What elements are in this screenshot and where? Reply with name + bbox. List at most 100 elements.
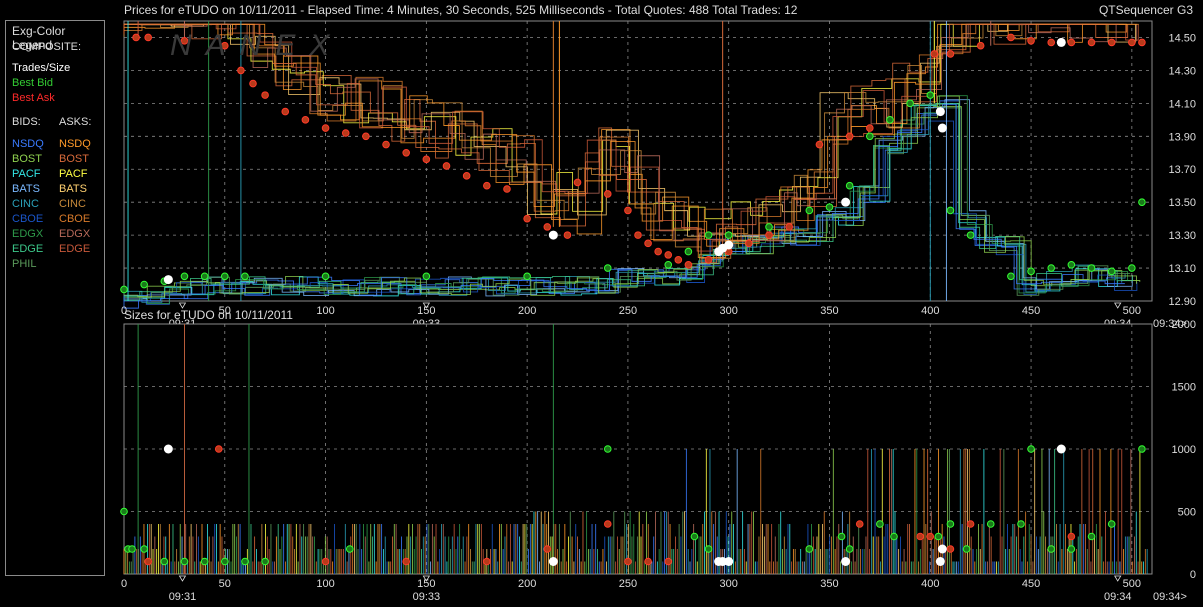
best-bid-point — [200, 272, 209, 281]
best-ask-point — [674, 256, 683, 264]
best-bid-point — [805, 206, 814, 215]
bid-size-point — [1087, 532, 1096, 541]
x-tick-label: 350 — [820, 305, 838, 317]
bid-size-point — [837, 532, 846, 541]
best-bid-point — [845, 181, 854, 190]
ask-size-point — [543, 545, 552, 553]
best-bid-point — [664, 260, 673, 269]
best-ask-point — [654, 247, 662, 256]
trade-point — [548, 230, 558, 240]
y-tick-label: 13.10 — [1168, 263, 1196, 275]
x-tick-label: 150 — [417, 305, 435, 317]
bid-size-point — [120, 507, 128, 516]
best-bid-point — [946, 206, 955, 215]
bid-size-point — [890, 532, 898, 541]
ask-size-point — [855, 520, 864, 528]
best-bid-point — [603, 264, 612, 272]
best-bid-point — [220, 272, 229, 281]
best-bid-point — [866, 132, 874, 141]
trade-point — [935, 107, 945, 117]
best-ask-point — [301, 116, 310, 124]
best-ask-point — [634, 231, 642, 239]
best-ask-point — [1087, 38, 1096, 47]
ask-size-point — [402, 557, 410, 566]
y-tick-label: 1000 — [1172, 444, 1196, 456]
time-marker-label: 09:33 — [413, 591, 441, 603]
prices-panel: NANEX — [120, 20, 1153, 309]
best-ask-point — [362, 132, 370, 141]
x-tick-label: 450 — [1022, 578, 1040, 590]
x-tick-label: 500 — [1123, 578, 1141, 590]
ask-size-point — [664, 557, 673, 566]
watermark-text: NANEX — [170, 29, 343, 62]
y-tick-label: 13.30 — [1168, 230, 1196, 242]
best-ask-point — [483, 181, 491, 190]
trade-size-point — [548, 557, 558, 566]
y-tick-label: 0 — [1190, 569, 1196, 581]
x-tick-label: 300 — [720, 578, 738, 590]
bid-size-point — [690, 532, 699, 541]
best-ask-point — [261, 91, 269, 99]
y-tick-label: 12.90 — [1168, 296, 1196, 308]
trade-point — [937, 123, 947, 133]
y-tick-label: 2000 — [1172, 319, 1196, 331]
ask-size-point — [926, 532, 935, 541]
trade-size-point — [1056, 444, 1066, 454]
bid-size-point — [1017, 520, 1025, 528]
bid-size-point — [934, 532, 943, 541]
best-ask-point — [930, 50, 939, 58]
best-ask-point — [704, 256, 713, 264]
best-bid-point — [120, 285, 128, 294]
best-bid-point — [1087, 264, 1096, 272]
best-bid-point — [180, 272, 189, 281]
best-ask-point — [1047, 38, 1056, 47]
y-tick-label: 13.70 — [1168, 164, 1196, 176]
y-tick-label: 13.50 — [1168, 197, 1196, 209]
best-ask-point — [644, 239, 652, 248]
ask-size-point — [483, 557, 491, 566]
trade-size-point — [163, 444, 173, 454]
x-tick-label: 350 — [820, 578, 838, 590]
x-tick-label: 300 — [720, 305, 738, 317]
best-bid-point — [140, 280, 148, 289]
best-ask-point — [543, 223, 552, 231]
best-bid-point — [523, 272, 531, 281]
y-tick-label: 13.90 — [1168, 131, 1196, 143]
best-ask-point — [422, 155, 431, 164]
trade-size-point — [724, 557, 734, 566]
best-ask-point — [1128, 38, 1136, 47]
bid-size-point — [128, 545, 136, 553]
best-ask-point — [765, 231, 773, 239]
ask-size-point — [603, 520, 612, 528]
time-end-label: 09:34> — [1153, 591, 1187, 603]
bid-size-point — [1027, 445, 1035, 453]
best-ask-point — [603, 190, 612, 198]
x-tick-label: 0 — [121, 305, 127, 317]
best-bid-point — [704, 231, 713, 239]
x-tick-label: 100 — [316, 578, 334, 590]
best-bid-point — [1138, 198, 1146, 206]
time-marker-icon — [178, 575, 187, 582]
best-bid-point — [1128, 264, 1136, 272]
trade-point — [841, 197, 851, 207]
best-ask-point — [249, 79, 257, 88]
trade-point — [163, 275, 173, 285]
bid-size-point — [241, 557, 249, 566]
time-marker-icon — [178, 302, 187, 309]
best-bid-point — [1107, 267, 1116, 276]
time-marker-icon — [1114, 302, 1122, 309]
x-tick-label: 200 — [518, 305, 536, 317]
x-tick-label: 250 — [619, 305, 637, 317]
best-ask-point — [382, 140, 390, 149]
x-tick-label: 50 — [219, 305, 231, 317]
best-ask-point — [144, 33, 152, 42]
best-bid-point — [825, 203, 834, 211]
y-tick-label: 14.50 — [1168, 32, 1196, 44]
time-marker-label: 09:31 — [169, 591, 197, 603]
x-tick-label: 500 — [1123, 305, 1141, 317]
charts-canvas: NANEX 0 50 100 150 200 250 300 350 400 450 500 12.90… — [120, 20, 1196, 603]
ask-size-point — [144, 557, 152, 566]
x-tick-label: 400 — [921, 578, 939, 590]
best-bid-point — [966, 231, 975, 239]
bid-size-point — [1138, 445, 1146, 453]
